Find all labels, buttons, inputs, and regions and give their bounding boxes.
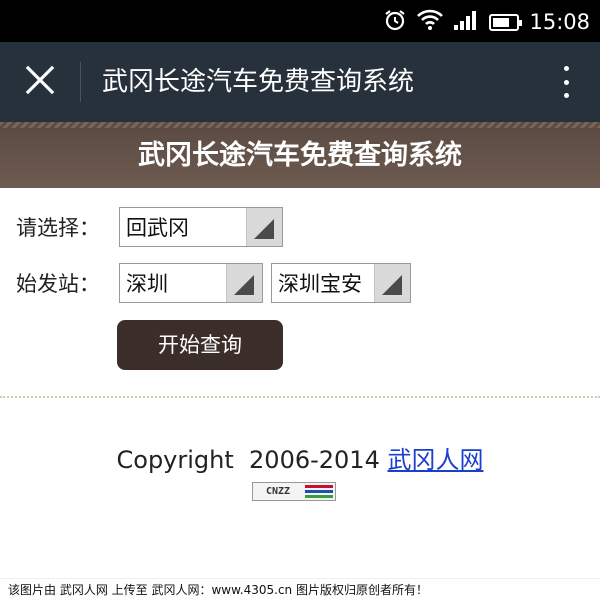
close-button[interactable] (0, 42, 80, 122)
copyright-text: Copyright 2006-2014 (116, 446, 388, 474)
dotted-divider (0, 396, 600, 398)
battery-icon (489, 13, 523, 31)
choose-row: 请选择： 回武冈 (16, 207, 291, 247)
more-options-button[interactable] (552, 62, 580, 102)
origin-city-select[interactable]: 深圳 (119, 263, 263, 303)
start-query-button[interactable]: 开始查询 (117, 320, 283, 370)
cnzz-bar (305, 490, 333, 493)
wifi-icon (417, 9, 444, 35)
watermark-text: 该图片由 武冈人网 上传至 武冈人网：www.4305.cn 图片版权归原创者所… (0, 578, 600, 600)
site-link[interactable]: 武冈人网 (387, 446, 483, 474)
origin-station-value: 深圳宝安 (278, 272, 362, 296)
status-bar: 15:08 (0, 0, 600, 42)
more-dot (563, 79, 569, 85)
app-bar: 武冈长途汽车免费查询系统 (0, 42, 600, 122)
page-header: 武冈长途汽车免费查询系统 (0, 122, 600, 188)
more-vertical-icon (563, 66, 569, 71)
app-bar-divider (80, 62, 81, 102)
status-icons: 15:08 (383, 6, 590, 38)
dropdown-arrow-icon (374, 264, 410, 302)
cnzz-label: CNZZ (265, 486, 291, 497)
close-icon (25, 65, 55, 99)
page-title: 武冈长途汽车免费查询系统 (138, 140, 462, 171)
origin-station-select[interactable]: 深圳宝安 (271, 263, 411, 303)
cnzz-bar (305, 495, 333, 498)
status-time: 15:08 (529, 10, 590, 34)
origin-label: 始发站： (16, 272, 100, 296)
signal-icon (453, 9, 479, 35)
choose-label: 请选择： (16, 216, 100, 240)
cnzz-bars (303, 483, 335, 500)
app-title: 武冈长途汽车免费查询系统 (102, 67, 415, 97)
direction-select[interactable]: 回武冈 (119, 207, 283, 247)
battery-level (493, 17, 509, 27)
dropdown-arrow-icon (226, 264, 262, 302)
alarm-icon (383, 8, 407, 36)
more-dot (563, 93, 569, 98)
direction-select-value: 回武冈 (126, 216, 189, 240)
cnzz-bar (305, 485, 333, 488)
origin-city-value: 深圳 (126, 272, 168, 296)
cnzz-stats-badge[interactable]: CNZZ (252, 482, 336, 501)
copyright: Copyright 2006-2014 武冈人网 (0, 440, 600, 475)
dropdown-arrow-icon (246, 208, 282, 246)
origin-row: 始发站： 深圳 深圳宝安 (16, 263, 419, 303)
